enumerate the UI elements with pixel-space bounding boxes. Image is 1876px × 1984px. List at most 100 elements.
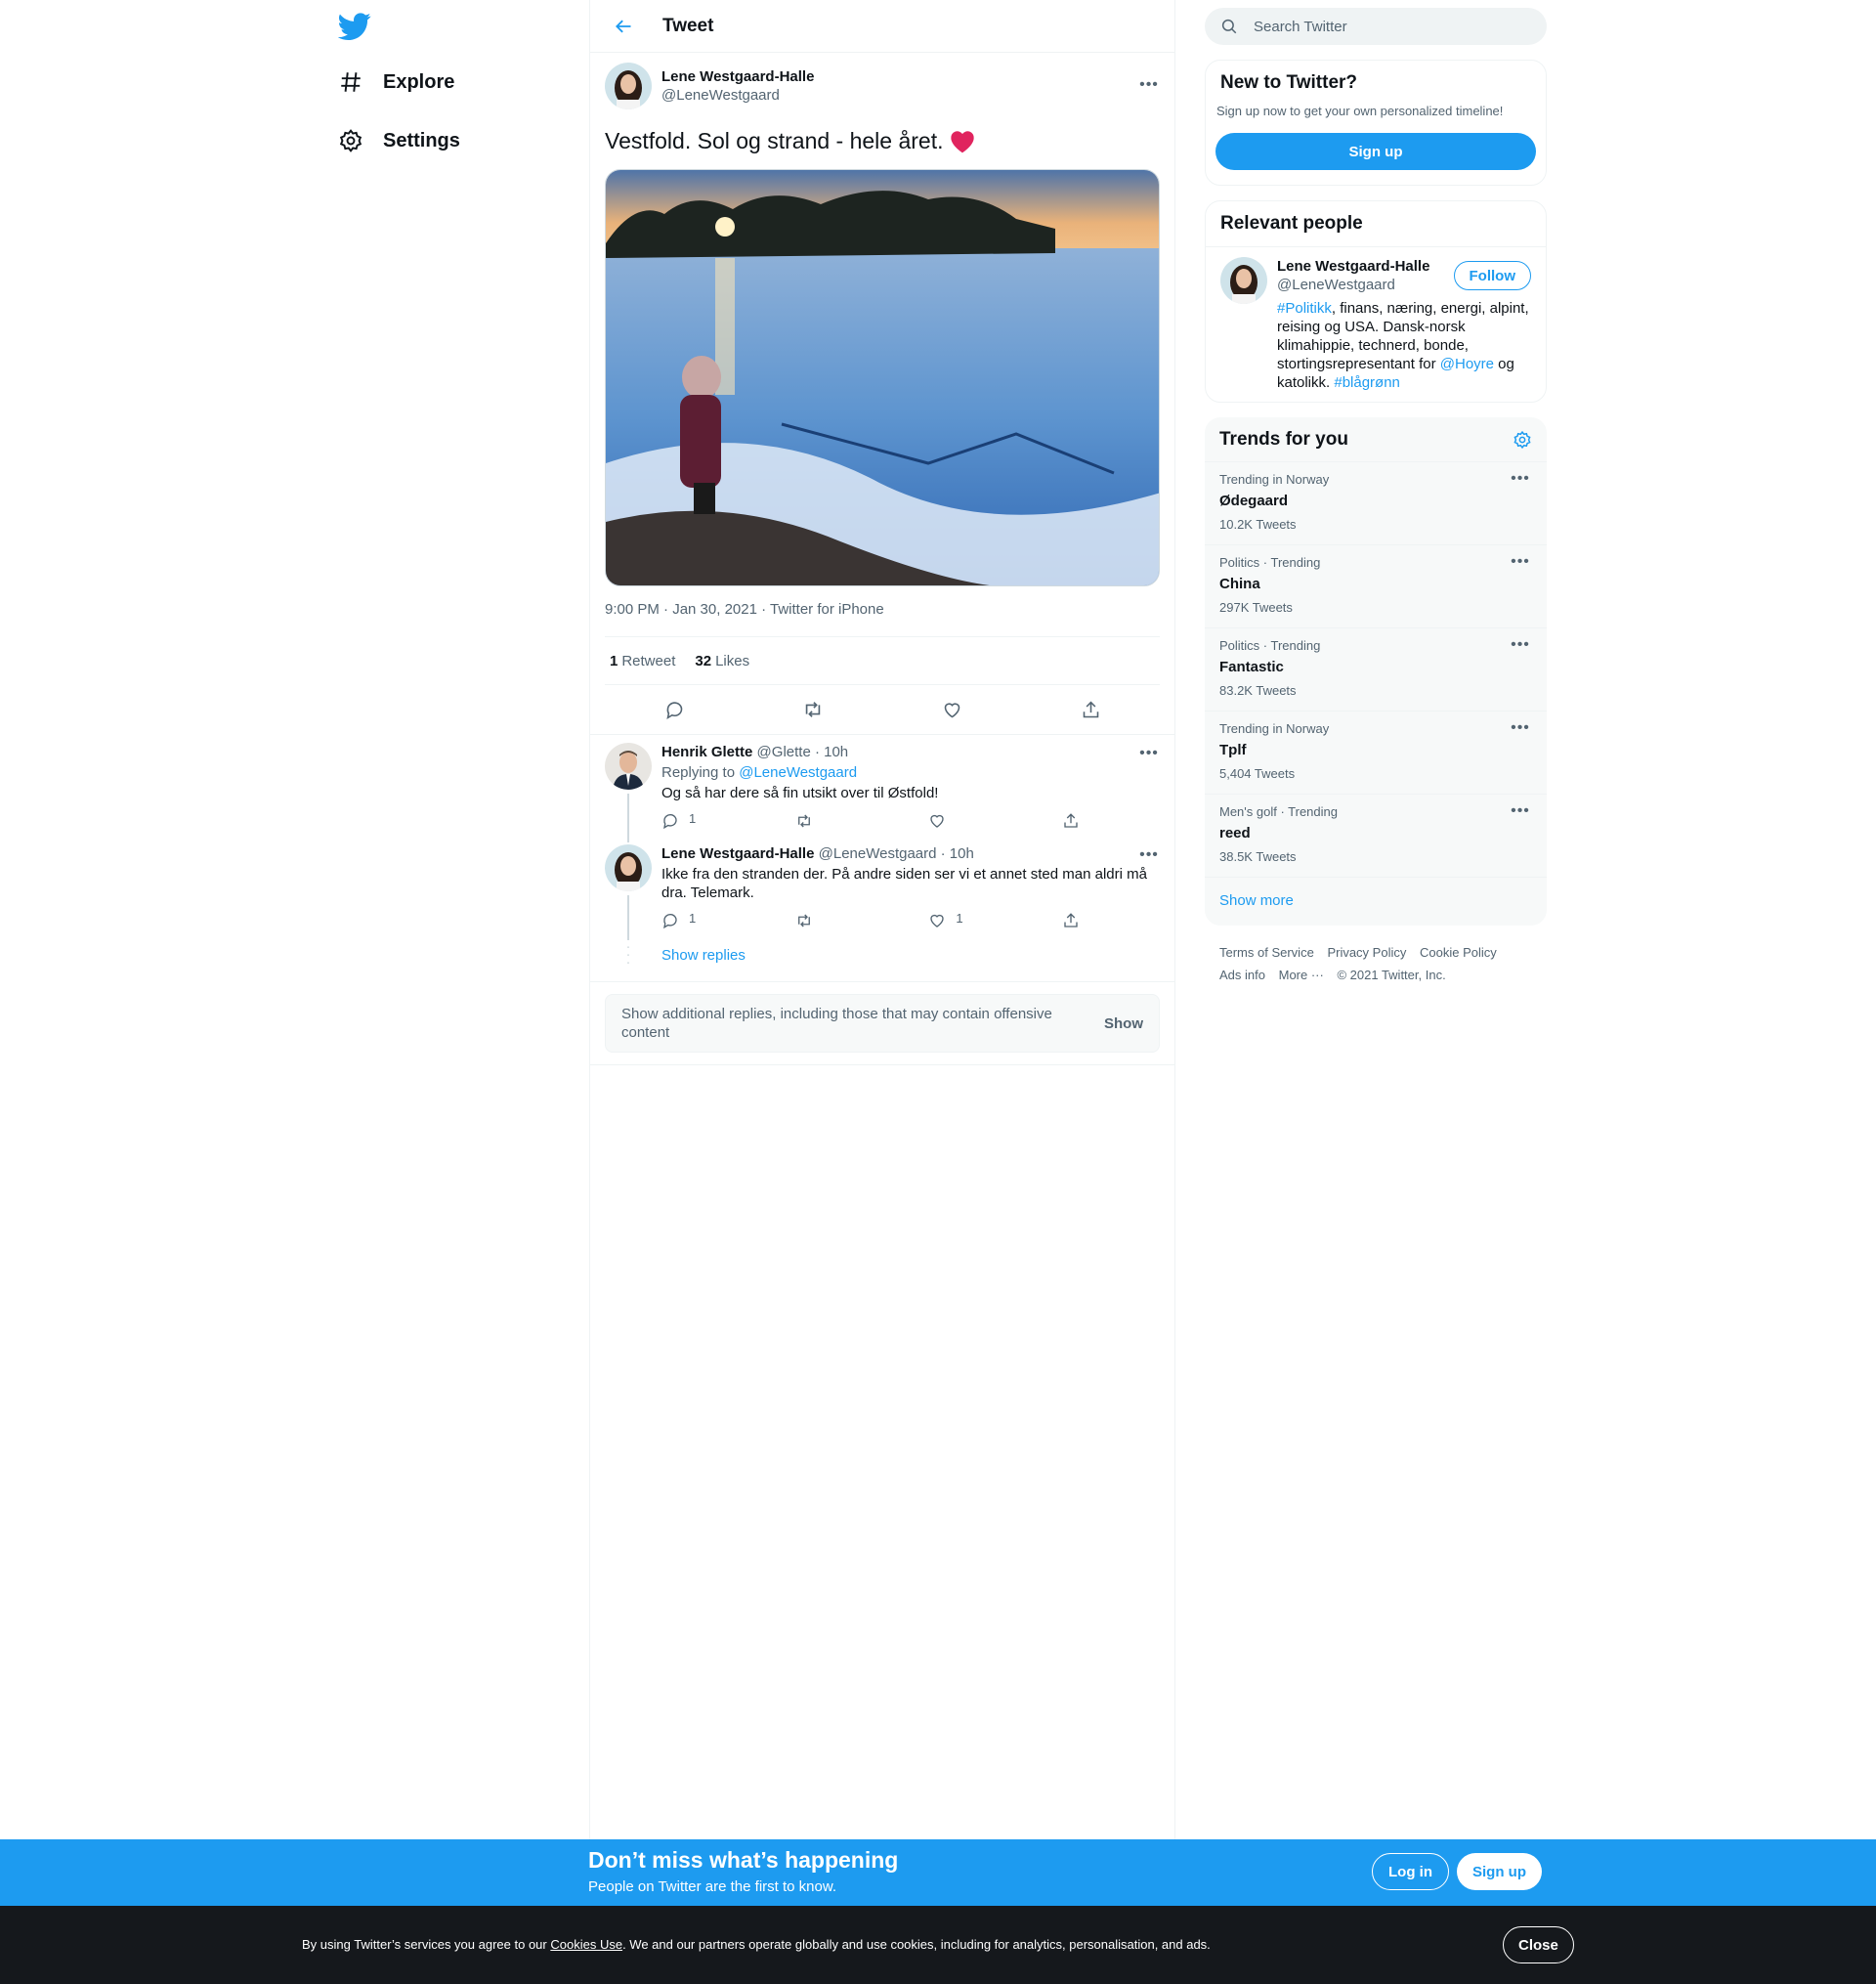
- trend-count: 38.5K Tweets: [1219, 849, 1297, 864]
- reply-item[interactable]: Lene Westgaard-Halle @LeneWestgaard · 10…: [590, 842, 1174, 940]
- search-placeholder: Search Twitter: [1254, 18, 1347, 35]
- like-icon[interactable]: [928, 812, 1016, 834]
- retweet-icon[interactable]: [795, 812, 883, 834]
- relevant-people-card: Relevant people Lene Westgaard-Halle @Le…: [1205, 200, 1547, 403]
- likes-count: 32: [695, 652, 712, 669]
- avatar[interactable]: [1220, 257, 1267, 304]
- reply-text: Og så har dere så fin utsikt over til Øs…: [661, 785, 939, 801]
- cookie-text-post: . We and our partners operate globally a…: [622, 1937, 1211, 1952]
- cookie-text-pre: By using Twitter’s services you agree to…: [302, 1937, 551, 1952]
- retweet-icon[interactable]: [794, 691, 831, 728]
- additional-replies-text: Show additional replies, including those…: [621, 1006, 1052, 1041]
- more-options-icon[interactable]: •••: [1509, 470, 1532, 488]
- tweet-timestamp[interactable]: 9:00 PM · Jan 30, 2021 · Twitter for iPh…: [605, 601, 1160, 621]
- share-icon[interactable]: [1062, 812, 1082, 834]
- log-in-button[interactable]: Log in: [1372, 1853, 1449, 1890]
- more-options-icon[interactable]: •••: [1509, 636, 1532, 654]
- trend-item[interactable]: Politics · Trending China 297K Tweets ••…: [1205, 544, 1547, 627]
- reply-icon[interactable]: [656, 691, 693, 728]
- likes-stat[interactable]: 32 Likes: [695, 653, 749, 669]
- red-heart-icon: [951, 131, 975, 153]
- reply-handle-time[interactable]: @LeneWestgaard · 10h: [819, 845, 974, 862]
- banner-sign-up-button[interactable]: Sign up: [1457, 1853, 1542, 1890]
- bio-hashtag-blagronn[interactable]: #blågrønn: [1334, 374, 1400, 391]
- more-options-icon[interactable]: •••: [1137, 846, 1161, 864]
- more-options-icon[interactable]: •••: [1137, 745, 1161, 762]
- share-icon[interactable]: [1062, 912, 1082, 933]
- more-options-icon[interactable]: •••: [1509, 802, 1532, 820]
- footer-cookie[interactable]: Cookie Policy: [1420, 945, 1497, 960]
- close-button[interactable]: Close: [1503, 1926, 1574, 1963]
- cookies-use-link[interactable]: Cookies Use: [550, 1937, 622, 1952]
- more-options-icon[interactable]: •••: [1137, 76, 1161, 94]
- like-icon[interactable]: 1: [928, 911, 1016, 933]
- signup-banner: Don’t miss what’s happening People on Tw…: [0, 1839, 1876, 1906]
- avatar[interactable]: [605, 844, 652, 891]
- thread-dots: · · ·: [625, 938, 631, 970]
- footer: Terms of Service Privacy Policy Cookie P…: [1205, 926, 1547, 1002]
- retweets-stat[interactable]: 1 Retweet: [610, 653, 675, 669]
- reply-icon[interactable]: 1: [661, 911, 749, 933]
- nav-explore[interactable]: Explore: [338, 61, 454, 104]
- author-name[interactable]: Lene Westgaard-Halle: [661, 67, 814, 86]
- trend-item[interactable]: Trending in Norway Tplf 5,404 Tweets •••: [1205, 711, 1547, 794]
- page-title: Tweet: [662, 15, 714, 36]
- bio-mention-hoyre[interactable]: @Hoyre: [1440, 356, 1494, 372]
- footer-more[interactable]: More ···: [1279, 968, 1324, 982]
- twitter-logo-icon[interactable]: [337, 10, 377, 49]
- reply-item[interactable]: Henrik Glette @Glette · 10h Replying to …: [590, 735, 1174, 842]
- additional-replies-notice: Show additional replies, including those…: [605, 994, 1160, 1053]
- bio-hashtag-politikk[interactable]: #Politikk: [1277, 300, 1332, 317]
- trend-context: Trending in Norway: [1219, 472, 1330, 487]
- show-replies[interactable]: · · · Show replies: [590, 938, 1174, 970]
- footer-privacy[interactable]: Privacy Policy: [1327, 945, 1406, 960]
- new-to-twitter-card: New to Twitter? Sign up now to get your …: [1205, 60, 1547, 186]
- reply-author-name[interactable]: Henrik Glette: [661, 744, 752, 760]
- banner-subtitle: People on Twitter are the first to know.: [588, 1878, 837, 1895]
- trend-count: 5,404 Tweets: [1219, 766, 1296, 781]
- tweet-author: Lene Westgaard-Halle @LeneWestgaard: [605, 63, 1160, 109]
- gear-icon[interactable]: [1513, 430, 1532, 450]
- footer-ads-info[interactable]: Ads info: [1219, 968, 1265, 982]
- avatar[interactable]: [605, 743, 652, 790]
- person-item[interactable]: Lene Westgaard-Halle @LeneWestgaard #Pol…: [1206, 246, 1546, 402]
- trend-count: 83.2K Tweets: [1219, 683, 1297, 698]
- trend-count: 297K Tweets: [1219, 600, 1293, 615]
- trend-item[interactable]: Politics · Trending Fantastic 83.2K Twee…: [1205, 627, 1547, 711]
- show-additional-button[interactable]: Show: [1104, 1014, 1143, 1033]
- reply-author-name[interactable]: Lene Westgaard-Halle: [661, 845, 814, 862]
- back-arrow-icon[interactable]: [606, 9, 641, 44]
- footer-terms[interactable]: Terms of Service: [1219, 945, 1314, 960]
- like-count: 1: [956, 911, 963, 926]
- more-options-icon[interactable]: •••: [1509, 719, 1532, 737]
- reply-count: 1: [689, 911, 697, 926]
- footer-copyright: © 2021 Twitter, Inc.: [1337, 968, 1446, 982]
- trend-name: Ødegaard: [1219, 493, 1289, 509]
- author-handle[interactable]: @LeneWestgaard: [661, 86, 814, 105]
- search-input[interactable]: Search Twitter: [1205, 8, 1547, 45]
- share-icon[interactable]: [1072, 691, 1109, 728]
- show-more-link[interactable]: Show more: [1205, 877, 1547, 926]
- trend-name: Tplf: [1219, 742, 1247, 758]
- trend-item[interactable]: Trending in Norway Ødegaard 10.2K Tweets…: [1205, 461, 1547, 544]
- nav-settings[interactable]: Settings: [338, 119, 460, 162]
- cookie-bar: By using Twitter’s services you agree to…: [0, 1906, 1876, 1984]
- avatar[interactable]: [605, 63, 652, 109]
- trend-count: 10.2K Tweets: [1219, 517, 1297, 532]
- show-replies-link[interactable]: Show replies: [661, 947, 746, 964]
- reply-icon[interactable]: 1: [661, 811, 749, 834]
- trend-item[interactable]: Men's golf · Trending reed 38.5K Tweets …: [1205, 794, 1547, 877]
- main-tweet: Lene Westgaard-Halle @LeneWestgaard ••• …: [590, 53, 1174, 734]
- tweet-photo[interactable]: [605, 169, 1160, 586]
- like-icon[interactable]: [933, 691, 970, 728]
- follow-button[interactable]: Follow: [1453, 261, 1531, 290]
- more-options-icon[interactable]: •••: [1509, 553, 1532, 571]
- reply-handle-time[interactable]: @Glette · 10h: [757, 744, 849, 760]
- replying-to-handle[interactable]: @LeneWestgaard: [739, 764, 857, 781]
- tweet-text-body: Vestfold. Sol og strand - hele året.: [605, 128, 944, 153]
- trend-context: Politics · Trending: [1219, 638, 1321, 653]
- retweet-icon[interactable]: [795, 912, 883, 933]
- sign-up-button[interactable]: Sign up: [1215, 133, 1536, 170]
- trend-context: Trending in Norway: [1219, 721, 1330, 736]
- new-to-twitter-subtitle: Sign up now to get your own personalized…: [1216, 104, 1504, 118]
